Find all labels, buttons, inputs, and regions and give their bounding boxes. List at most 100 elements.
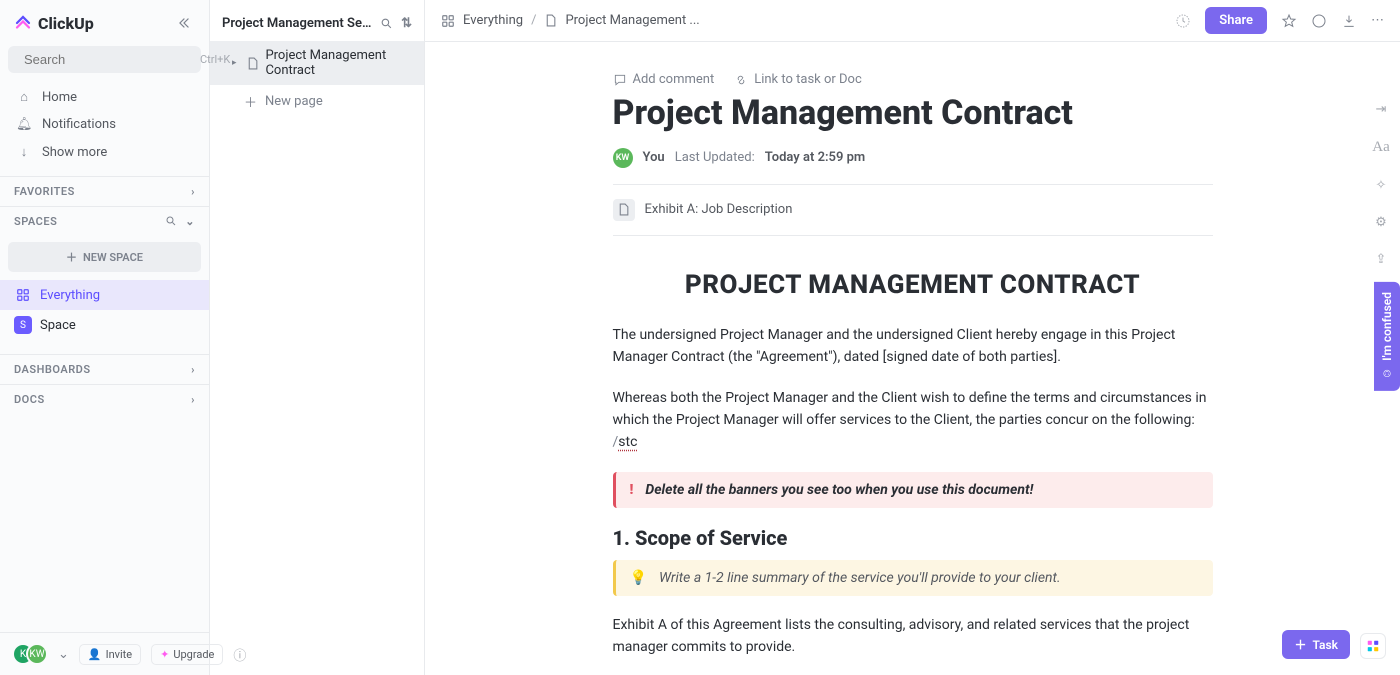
exclamation-icon: ! — [630, 482, 634, 498]
search-input[interactable]: Ctrl+K — [8, 46, 201, 73]
brand-name: ClickUp — [38, 14, 94, 33]
new-page-label: New page — [265, 94, 323, 109]
download-icon[interactable] — [1341, 13, 1357, 29]
section-spaces[interactable]: Spaces ⌄ — [0, 206, 209, 236]
task-label: Task — [1313, 638, 1339, 652]
chevron-right-icon: › — [191, 393, 195, 406]
space-label: Space — [40, 318, 76, 333]
section-spaces-label: Spaces — [14, 215, 57, 228]
export-icon[interactable]: ⇪ — [1376, 252, 1387, 267]
logo[interactable]: ClickUp — [14, 14, 94, 33]
comment-icon[interactable] — [1311, 13, 1327, 29]
left-sidebar: ClickUp Ctrl+K ⌂ Home 🔔︎ Notifications ↓… — [0, 0, 210, 675]
exhibit-label: Exhibit A: Job Description — [645, 202, 793, 217]
person-plus-icon: 👤 — [88, 648, 102, 661]
nav-show-more[interactable]: ↓ Show more — [8, 138, 201, 166]
doc-body: Add comment Link to task or Doc Project … — [425, 42, 1400, 675]
nav-home-label: Home — [42, 90, 77, 105]
invite-button[interactable]: 👤 Invite — [79, 644, 141, 665]
section-docs[interactable]: Docs › — [0, 384, 209, 414]
space-everything[interactable]: Everything — [0, 280, 209, 310]
bell-icon: 🔔︎ — [16, 117, 32, 132]
main-area: Everything / Project Management ... Shar… — [425, 0, 1400, 675]
star-icon[interactable] — [1281, 13, 1297, 29]
doc-panel-title[interactable]: Project Management Services Co... — [222, 16, 372, 31]
confused-button[interactable]: ☺ I'm confused — [1374, 282, 1400, 391]
banner-warning-text: Delete all the banners you see too when … — [645, 482, 1033, 498]
doc-tree-item-current[interactable]: ▸ Project Management Contract — [210, 41, 424, 85]
section-heading-scope[interactable]: 1. Scope of Service — [613, 526, 1213, 550]
plus-icon: ＋ — [1294, 636, 1306, 653]
chevron-right-icon: › — [191, 363, 195, 376]
plus-icon: ＋ — [66, 249, 77, 265]
paragraph-1[interactable]: The undersigned Project Manager and the … — [613, 324, 1213, 369]
doc-tree-item-label: Project Management Contract — [265, 48, 412, 78]
link-icon — [734, 73, 748, 87]
sparkle-icon: ✦ — [160, 648, 169, 661]
caret-right-icon: ▸ — [232, 58, 240, 68]
chevron-right-icon: › — [191, 185, 195, 198]
updated-label: Last Updated: — [675, 150, 755, 165]
space-item[interactable]: S Space — [0, 310, 209, 340]
breadcrumb-root[interactable]: Everything — [463, 13, 523, 28]
new-space-button[interactable]: ＋ NEW SPACE — [8, 242, 201, 272]
section-docs-label: Docs — [14, 393, 45, 406]
space-everything-label: Everything — [40, 288, 100, 303]
author-avatar[interactable]: KW — [613, 148, 633, 168]
apps-button[interactable] — [1360, 633, 1386, 659]
section-favorites-label: Favorites — [14, 185, 75, 198]
breadcrumb-doc[interactable]: Project Management ... — [565, 13, 699, 28]
breadcrumb: Everything / Project Management ... — [441, 13, 1165, 28]
ai-icon[interactable]: ✧ — [1376, 178, 1387, 193]
new-space-label: NEW SPACE — [83, 251, 143, 264]
plus-icon: ＋ — [244, 92, 257, 111]
paragraph-2-text: Whereas both the Project Manager and the… — [613, 390, 1207, 428]
more-icon[interactable]: ⋯ — [1371, 13, 1384, 28]
grid-icon — [441, 14, 455, 28]
contract-heading[interactable]: PROJECT MANAGEMENT CONTRACT — [613, 270, 1213, 300]
topbar: Everything / Project Management ... Shar… — [425, 0, 1400, 42]
avatar-stack[interactable]: K KW — [12, 643, 48, 665]
upgrade-button[interactable]: ✦ Upgrade — [151, 644, 223, 665]
exhibit-link[interactable]: Exhibit A: Job Description — [613, 185, 1213, 236]
updated-time: Today at 2:59 pm — [765, 150, 866, 165]
grid-icon — [14, 286, 32, 304]
paragraph-2[interactable]: Whereas both the Project Manager and the… — [613, 387, 1213, 454]
banner-hint-1[interactable]: 💡 Write a 1-2 line summary of the servic… — [613, 560, 1213, 596]
section-dashboards[interactable]: Dashboards › — [0, 354, 209, 384]
paragraph-3[interactable]: Exhibit A of this Agreement lists the co… — [613, 614, 1213, 659]
smiley-icon: ☺ — [1380, 367, 1394, 381]
chevron-down-icon: ↓ — [16, 144, 32, 160]
sort-icon[interactable]: ⇅ — [401, 16, 412, 31]
author-name: You — [643, 150, 665, 165]
settings-icon[interactable]: ⚙ — [1375, 215, 1387, 230]
add-comment-button[interactable]: Add comment — [613, 72, 715, 87]
chevron-double-left-icon — [177, 16, 191, 30]
doc-title[interactable]: Project Management Contract — [613, 93, 1213, 134]
nav-home[interactable]: ⌂ Home — [8, 83, 201, 111]
chevron-down-icon[interactable]: ⌄ — [185, 215, 195, 228]
typography-icon[interactable]: Aa — [1372, 139, 1390, 156]
confused-label: I'm confused — [1380, 292, 1394, 361]
section-favorites[interactable]: Favorites › — [0, 176, 209, 206]
nav-notifications[interactable]: 🔔︎ Notifications — [8, 111, 201, 138]
section-dashboards-label: Dashboards — [14, 363, 91, 376]
breadcrumb-separator: / — [531, 13, 536, 28]
search-icon[interactable] — [380, 17, 393, 30]
doc-icon — [613, 199, 635, 221]
banner-warning[interactable]: ! Delete all the banners you see too whe… — [613, 472, 1213, 508]
grid-icon — [1366, 639, 1380, 653]
space-badge: S — [14, 316, 32, 334]
right-rail: ⇥ Aa ✧ ⚙ ⇪ — [1362, 102, 1400, 267]
history-icon[interactable] — [1175, 13, 1191, 29]
link-task-button[interactable]: Link to task or Doc — [734, 72, 862, 87]
chevron-down-icon[interactable]: ⌄ — [58, 647, 69, 662]
search-field[interactable] — [24, 52, 200, 67]
help-icon[interactable]: ⓘ — [233, 645, 246, 664]
collapse-sidebar-button[interactable] — [173, 12, 195, 34]
new-page-button[interactable]: ＋ New page — [210, 85, 424, 118]
share-button[interactable]: Share — [1205, 7, 1267, 34]
search-spaces-icon[interactable] — [165, 215, 177, 228]
new-task-button[interactable]: ＋ Task — [1282, 630, 1350, 659]
expand-icon[interactable]: ⇥ — [1376, 102, 1387, 117]
